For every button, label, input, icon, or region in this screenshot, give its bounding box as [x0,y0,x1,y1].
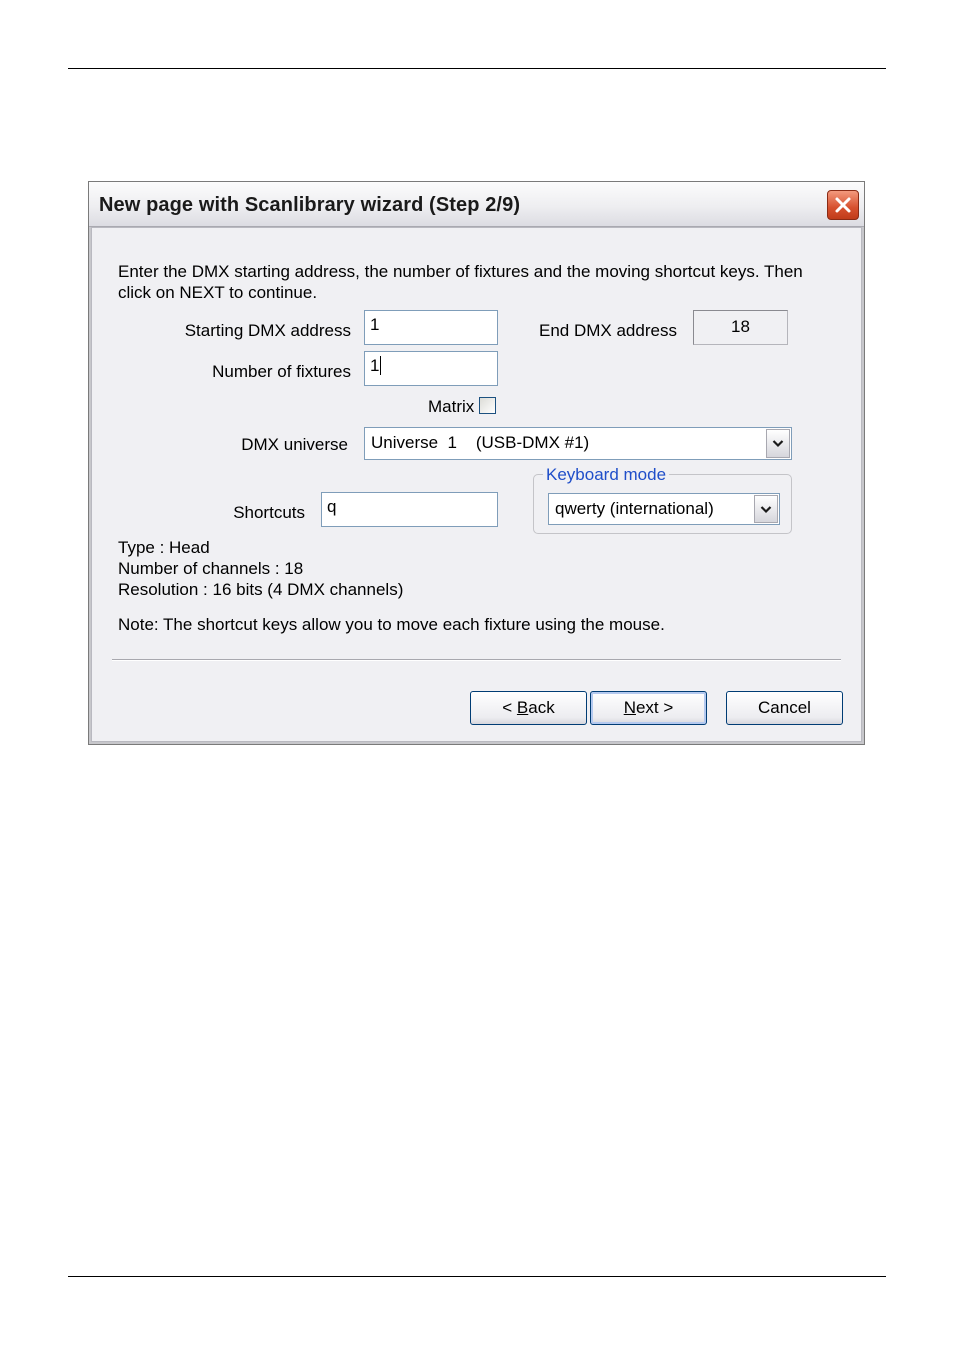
keyboard-mode-select[interactable]: qwerty (international) [548,493,780,525]
cancel-label: Cancel [758,698,811,717]
back-rest: ack [528,698,555,717]
title-bar[interactable]: New page with Scanlibrary wizard (Step 2… [89,182,864,227]
cancel-button[interactable]: Cancel [726,691,843,725]
info-resolution: Resolution : 16 bits (4 DMX channels) [118,580,404,599]
chevron-down-icon [760,505,772,513]
matrix-checkbox[interactable] [479,397,496,414]
end-address-display: 18 [693,310,788,345]
next-rest: ext > [635,698,674,717]
text-caret [380,356,382,375]
keyboard-mode-legend: Keyboard mode [543,464,670,485]
next-button[interactable]: Next > [590,691,707,725]
shortcuts-input[interactable]: q [321,492,498,527]
info-channels: Number of channels : 18 [118,559,304,578]
fixtures-label: Number of fixtures [212,362,351,381]
wizard-dialog: New page with Scanlibrary wizard (Step 2… [88,181,865,745]
instructions-line-1: Enter the DMX starting address, the numb… [118,262,803,281]
dialog-body: Enter the DMX starting address, the numb… [91,227,862,742]
info-type: Type : Head [118,538,210,557]
back-mnemonic: B [516,698,529,717]
matrix-label: Matrix [428,397,475,416]
chevron-down-icon [772,440,784,448]
starting-address-label: Starting DMX address [184,321,351,340]
instructions-line-2: click on NEXT to continue. [118,283,318,302]
keyboard-mode-dropdown-button[interactable] [754,495,778,523]
back-prefix: < [502,698,517,717]
back-button[interactable]: < Back [470,691,587,725]
universe-dropdown-button[interactable] [766,429,790,458]
universe-value: Universe 1 (USB-DMX #1) [371,433,590,452]
end-address-label: End DMX address [539,321,677,340]
starting-address-input[interactable]: 1 [364,310,498,345]
dialog-title: New page with Scanlibrary wizard (Step 2… [99,194,521,216]
keyboard-mode-value: qwerty (international) [555,499,714,518]
note-text: Note: The shortcut keys allow you to mov… [118,615,665,634]
fixtures-value: 1 [370,356,380,375]
starting-address-value: 1 [370,315,380,334]
fixtures-input[interactable]: 1 [364,351,498,386]
close-x-icon [835,197,851,213]
shortcuts-label: Shortcuts [233,503,305,522]
universe-label: DMX universe [241,435,348,454]
universe-select[interactable]: Universe 1 (USB-DMX #1) [364,427,792,460]
button-separator [112,659,841,660]
close-button[interactable] [827,190,859,220]
shortcuts-value: q [327,497,337,516]
page-header-rule [68,68,886,69]
next-mnemonic: N [623,698,636,717]
end-address-value: 18 [731,317,750,336]
page-footer-rule [68,1276,886,1277]
